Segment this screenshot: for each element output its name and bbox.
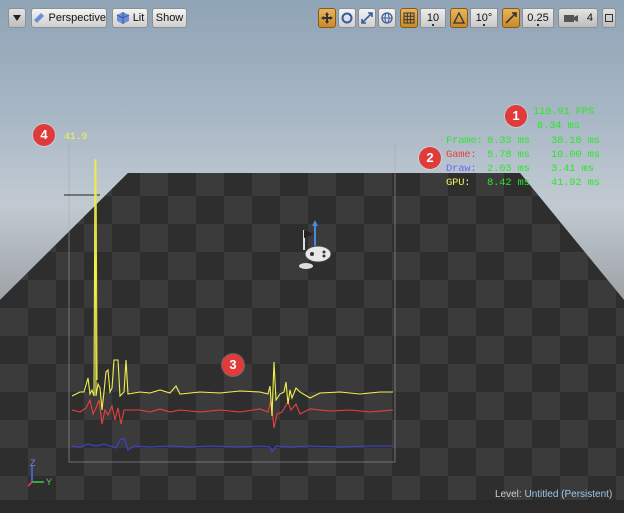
level-name: Untitled (Persistent) — [524, 489, 613, 500]
game-time-series — [71, 398, 394, 429]
draw-time-series — [71, 437, 393, 454]
level-indicator: Level: Untitled (Persistent) — [495, 489, 612, 500]
axis-y-label: Y — [46, 477, 52, 487]
callout-4: 4 — [33, 124, 55, 146]
level-viewport[interactable]: Perspective Lit Show 10 10° 0.25 4 119.9… — [0, 0, 624, 513]
callout-3: 3 — [222, 354, 244, 376]
level-label: Level: — [495, 489, 522, 500]
callout-2: 2 — [419, 147, 441, 169]
axis-z-label: Z — [30, 458, 36, 468]
player-start-icon[interactable] — [296, 220, 336, 272]
axis-gizmo: Z Y — [27, 458, 52, 487]
callout-1: 1 — [505, 105, 527, 127]
frame-time-series — [71, 158, 393, 417]
graph-frame — [68, 143, 396, 463]
